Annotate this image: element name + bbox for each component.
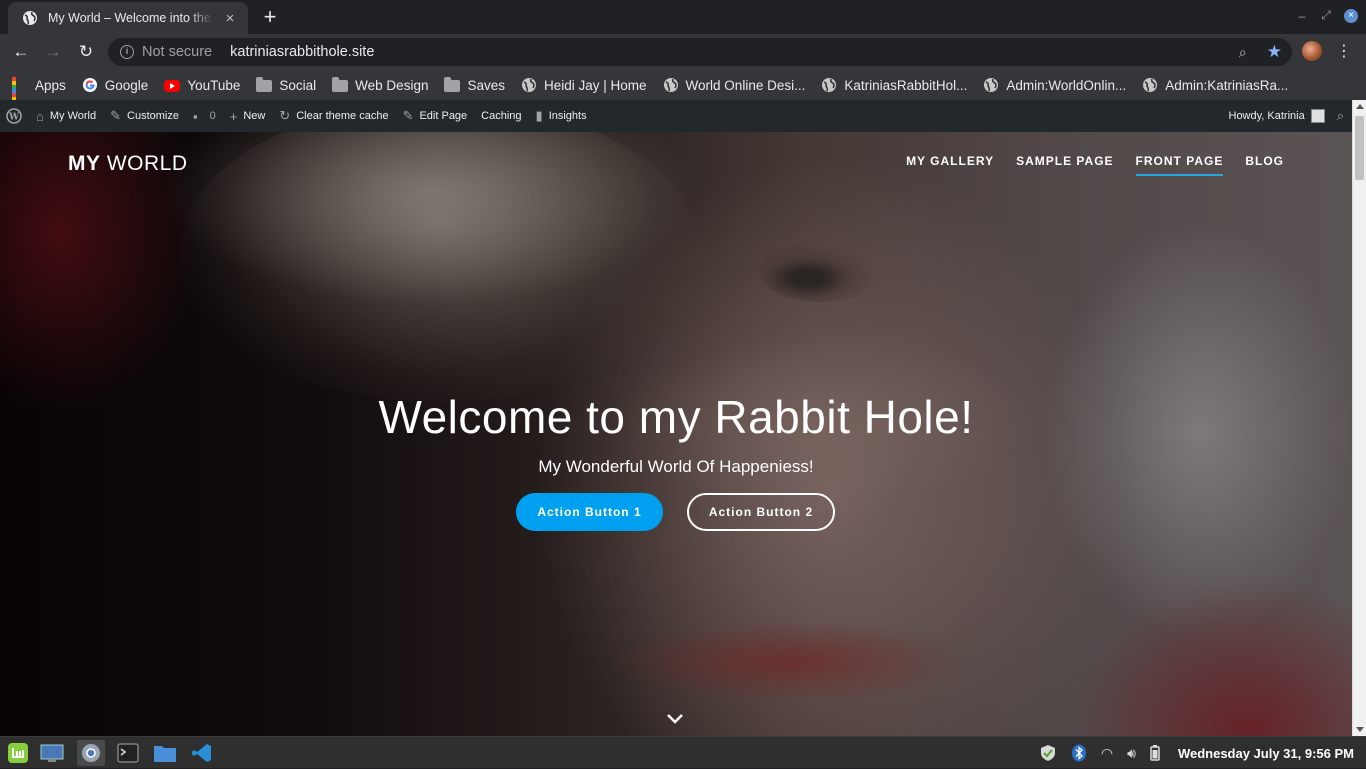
- forward-arrow-icon[interactable]: →: [40, 39, 66, 65]
- maximize-icon[interactable]: ⤢: [1320, 8, 1332, 23]
- refresh-icon: ↻: [279, 108, 291, 123]
- files-folder-icon[interactable]: [151, 740, 179, 766]
- nav-blog[interactable]: BLOG: [1245, 154, 1284, 176]
- google-icon: [82, 78, 97, 92]
- wp-admin-bar: W ⌂ My World ✎ Customize ▪ 0 + New ↻ Cle…: [0, 100, 1352, 132]
- nav-sample-page[interactable]: SAMPLE PAGE: [1016, 154, 1113, 176]
- volume-icon[interactable]: 🔊︎: [1127, 745, 1136, 762]
- url-text[interactable]: katriniasrabbithole.site: [230, 44, 1239, 60]
- os-taskbar: ◠ 🔊︎ Wednesday July 31, 9:56 PM: [0, 736, 1366, 768]
- bar-chart-icon: ▮: [535, 108, 543, 123]
- bookmark-folder-saves[interactable]: Saves: [444, 77, 505, 93]
- globe-icon: [522, 78, 536, 92]
- bookmark-heidi-jay[interactable]: Heidi Jay | Home: [521, 77, 647, 93]
- window-close-icon[interactable]: ×: [1344, 8, 1358, 23]
- folder-icon: [256, 77, 273, 92]
- plus-icon: +: [229, 108, 238, 124]
- mint-menu-icon[interactable]: [4, 740, 32, 766]
- scrollbar-thumb[interactable]: [1355, 116, 1364, 180]
- bookmark-admin-katrinias[interactable]: Admin:KatriniasRa...: [1142, 77, 1288, 93]
- page-scrollbar[interactable]: [1352, 100, 1366, 736]
- wp-comments[interactable]: ▪ 0: [193, 109, 216, 124]
- svg-text:W: W: [8, 113, 20, 123]
- wp-clear-cache[interactable]: ↻ Clear theme cache: [279, 108, 388, 124]
- dashboard-icon: ⌂: [36, 108, 44, 124]
- scroll-up-icon[interactable]: [1356, 104, 1364, 109]
- terminal-icon[interactable]: [114, 740, 142, 766]
- hero-subtitle: My Wonderful World Of Happeniess!: [538, 457, 814, 476]
- nav-my-gallery[interactable]: MY GALLERY: [906, 154, 994, 176]
- main-navigation: MY GALLERY SAMPLE PAGE FRONT PAGE BLOG: [906, 154, 1284, 176]
- wp-insights[interactable]: ▮ Insights: [536, 108, 587, 124]
- wordpress-icon: W: [6, 108, 22, 124]
- minimize-icon[interactable]: –: [1296, 9, 1308, 23]
- nav-front-page[interactable]: FRONT PAGE: [1135, 154, 1224, 176]
- vscode-icon[interactable]: [188, 740, 216, 766]
- bookmark-folder-web-design[interactable]: Web Design: [332, 77, 428, 93]
- wp-customize[interactable]: ✎ Customize: [110, 108, 179, 124]
- globe-icon: [822, 78, 837, 92]
- chevron-down-icon[interactable]: [665, 708, 685, 728]
- folder-icon: [332, 77, 349, 92]
- chrome-taskbar-icon[interactable]: [77, 740, 105, 766]
- browser-tab-active[interactable]: My World – Welcome into the Rabbit Hole!…: [8, 2, 248, 34]
- wp-site-name[interactable]: ⌂ My World: [36, 109, 96, 124]
- browser-tab-strip: My World – Welcome into the Rabbit Hole!…: [0, 0, 1366, 34]
- wp-howdy[interactable]: Howdy, Katrinia: [1229, 110, 1305, 122]
- bookmark-youtube[interactable]: YouTube: [164, 78, 240, 93]
- site-title[interactable]: MY WORLD: [68, 152, 188, 176]
- clock[interactable]: Wednesday July 31, 9:56 PM: [1178, 746, 1354, 761]
- folder-icon: [444, 77, 461, 92]
- bookmark-world-online[interactable]: World Online Desi...: [663, 77, 805, 93]
- action-button-2[interactable]: Action Button 2: [687, 493, 835, 531]
- bookmark-google[interactable]: Google: [82, 77, 148, 93]
- wifi-icon[interactable]: ◠: [1101, 745, 1113, 762]
- battery-icon[interactable]: [1150, 745, 1160, 761]
- window-controls: – ⤢ ×: [1296, 8, 1358, 23]
- wp-user-area: Howdy, Katrinia ⌕: [1229, 100, 1344, 132]
- hero-title: Welcome to my Rabbit Hole!: [378, 391, 974, 443]
- tab-title: My World – Welcome into the Rabbit Hole!: [48, 11, 214, 25]
- brush-icon: ✎: [110, 108, 122, 123]
- bookmark-katrinias-rabbithole[interactable]: KatriniasRabbitHol...: [821, 77, 967, 93]
- bookmark-folder-social[interactable]: Social: [256, 77, 316, 93]
- globe-icon: [663, 78, 678, 92]
- security-label[interactable]: Not secure: [142, 44, 212, 60]
- wp-caching[interactable]: Caching: [481, 110, 521, 122]
- action-button-1[interactable]: Action Button 1: [516, 493, 663, 531]
- bookmark-apps[interactable]: Apps: [12, 77, 66, 113]
- pencil-icon: ✎: [402, 108, 414, 123]
- reload-icon[interactable]: ↻: [73, 39, 99, 65]
- shield-check-icon[interactable]: [1039, 744, 1057, 762]
- tab-close-icon[interactable]: ×: [222, 10, 238, 27]
- zoom-icon[interactable]: ⌕: [1239, 44, 1247, 61]
- user-avatar[interactable]: [1310, 109, 1325, 123]
- scroll-down-icon[interactable]: [1356, 727, 1364, 732]
- globe-icon: [1143, 78, 1158, 92]
- hero-section: MY WORLD MY GALLERY SAMPLE PAGE FRONT PA…: [0, 132, 1352, 736]
- new-tab-button[interactable]: +: [258, 6, 282, 30]
- back-arrow-icon[interactable]: ←: [8, 39, 34, 65]
- bluetooth-icon[interactable]: [1071, 744, 1087, 762]
- address-bar[interactable]: i Not secure katriniasrabbithole.site ⌕ …: [108, 38, 1292, 66]
- show-desktop-icon[interactable]: [38, 740, 66, 766]
- comment-icon: ▪: [192, 108, 198, 124]
- bookmarks-bar: Apps Google YouTube Social Web Design Sa…: [0, 70, 1366, 113]
- wp-logo-button[interactable]: W: [6, 108, 22, 124]
- globe-icon: [984, 78, 999, 92]
- wp-new[interactable]: + New: [230, 109, 266, 124]
- info-icon[interactable]: i: [120, 45, 134, 59]
- globe-icon: [23, 11, 37, 25]
- apps-grid-icon: [12, 77, 28, 113]
- search-icon[interactable]: ⌕: [1337, 108, 1344, 124]
- chrome-menu-icon[interactable]: ⋮: [1336, 41, 1352, 61]
- wp-edit-page[interactable]: ✎ Edit Page: [403, 108, 468, 124]
- system-tray: ◠ 🔊︎ Wednesday July 31, 9:56 PM: [1039, 737, 1354, 769]
- comments-count: 0: [209, 110, 216, 122]
- youtube-icon: [164, 80, 181, 92]
- profile-avatar[interactable]: [1302, 41, 1322, 61]
- bookmark-admin-worldonline[interactable]: Admin:WorldOnlin...: [983, 77, 1126, 93]
- bookmark-star-icon[interactable]: ★: [1267, 42, 1282, 62]
